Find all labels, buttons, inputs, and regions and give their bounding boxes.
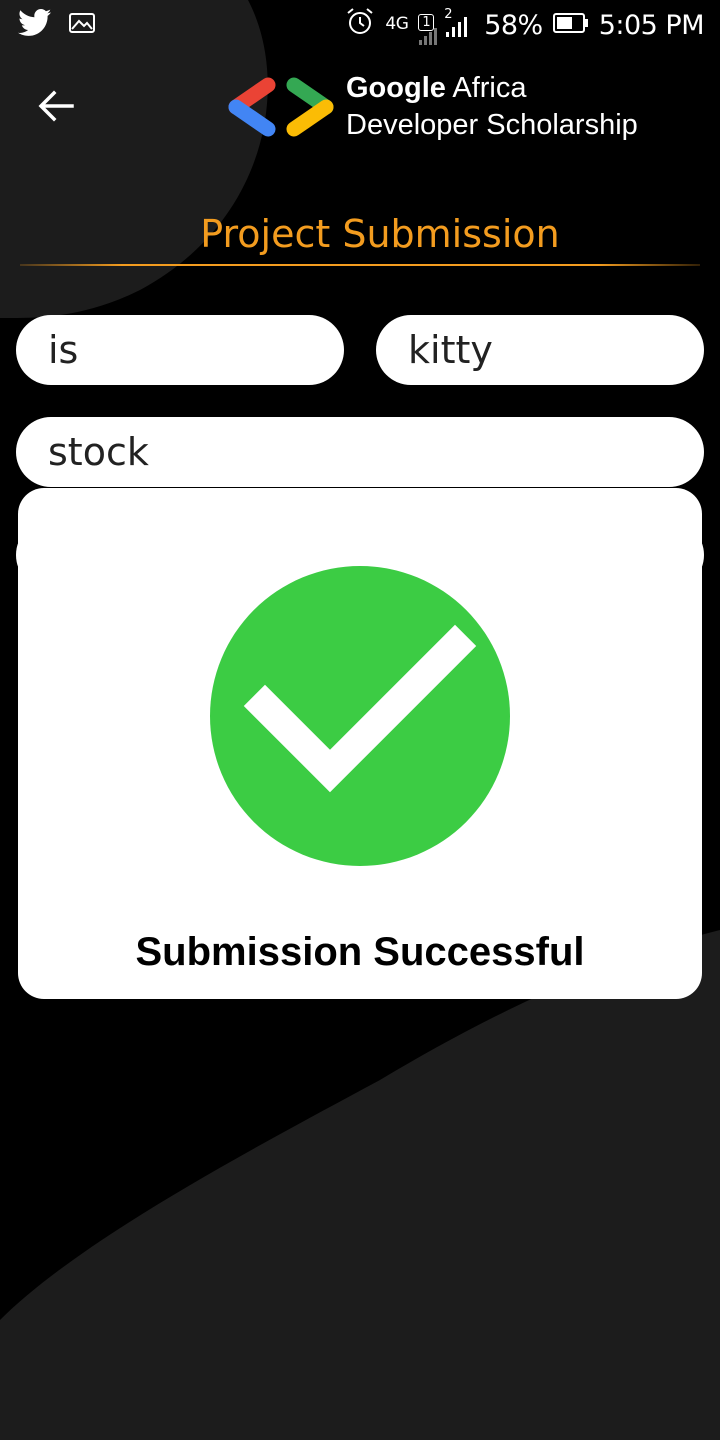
signal-icon-sim1: 1 (418, 10, 438, 45)
status-bar: 4G 1 2 58% 5:05 PM (0, 0, 720, 50)
success-dialog: Submission Successful (18, 488, 702, 999)
check-circle-icon (210, 566, 510, 866)
screen: 4G 1 2 58% 5:05 PM Google Africa Develop… (0, 0, 720, 1440)
first-name-field[interactable]: is (16, 315, 344, 385)
network-type: 4G (385, 14, 409, 34)
alarm-icon (345, 7, 375, 44)
gads-logo: Google Africa Developer Scholarship (226, 70, 638, 144)
logo-program: Developer Scholarship (346, 109, 638, 141)
arrow-left-icon (38, 90, 74, 122)
logo-brand: Google (346, 72, 446, 104)
dialog-message: Submission Successful (135, 930, 585, 974)
page-title: Project Submission (200, 212, 560, 256)
gallery-icon (68, 11, 96, 39)
battery-icon (552, 10, 589, 41)
back-button[interactable] (28, 78, 84, 134)
signal-icon-sim2: 2 (444, 7, 474, 42)
developers-logo-icon (228, 77, 334, 137)
clock: 5:05 PM (598, 9, 705, 41)
battery-percent: 58% (484, 9, 543, 41)
title-divider (20, 264, 700, 266)
twitter-icon (18, 9, 52, 41)
logo-region: Africa (452, 72, 527, 104)
last-name-field[interactable]: kitty (376, 315, 704, 385)
email-field[interactable]: stock (16, 417, 704, 487)
logo-text: Google Africa Developer Scholarship (346, 70, 638, 144)
